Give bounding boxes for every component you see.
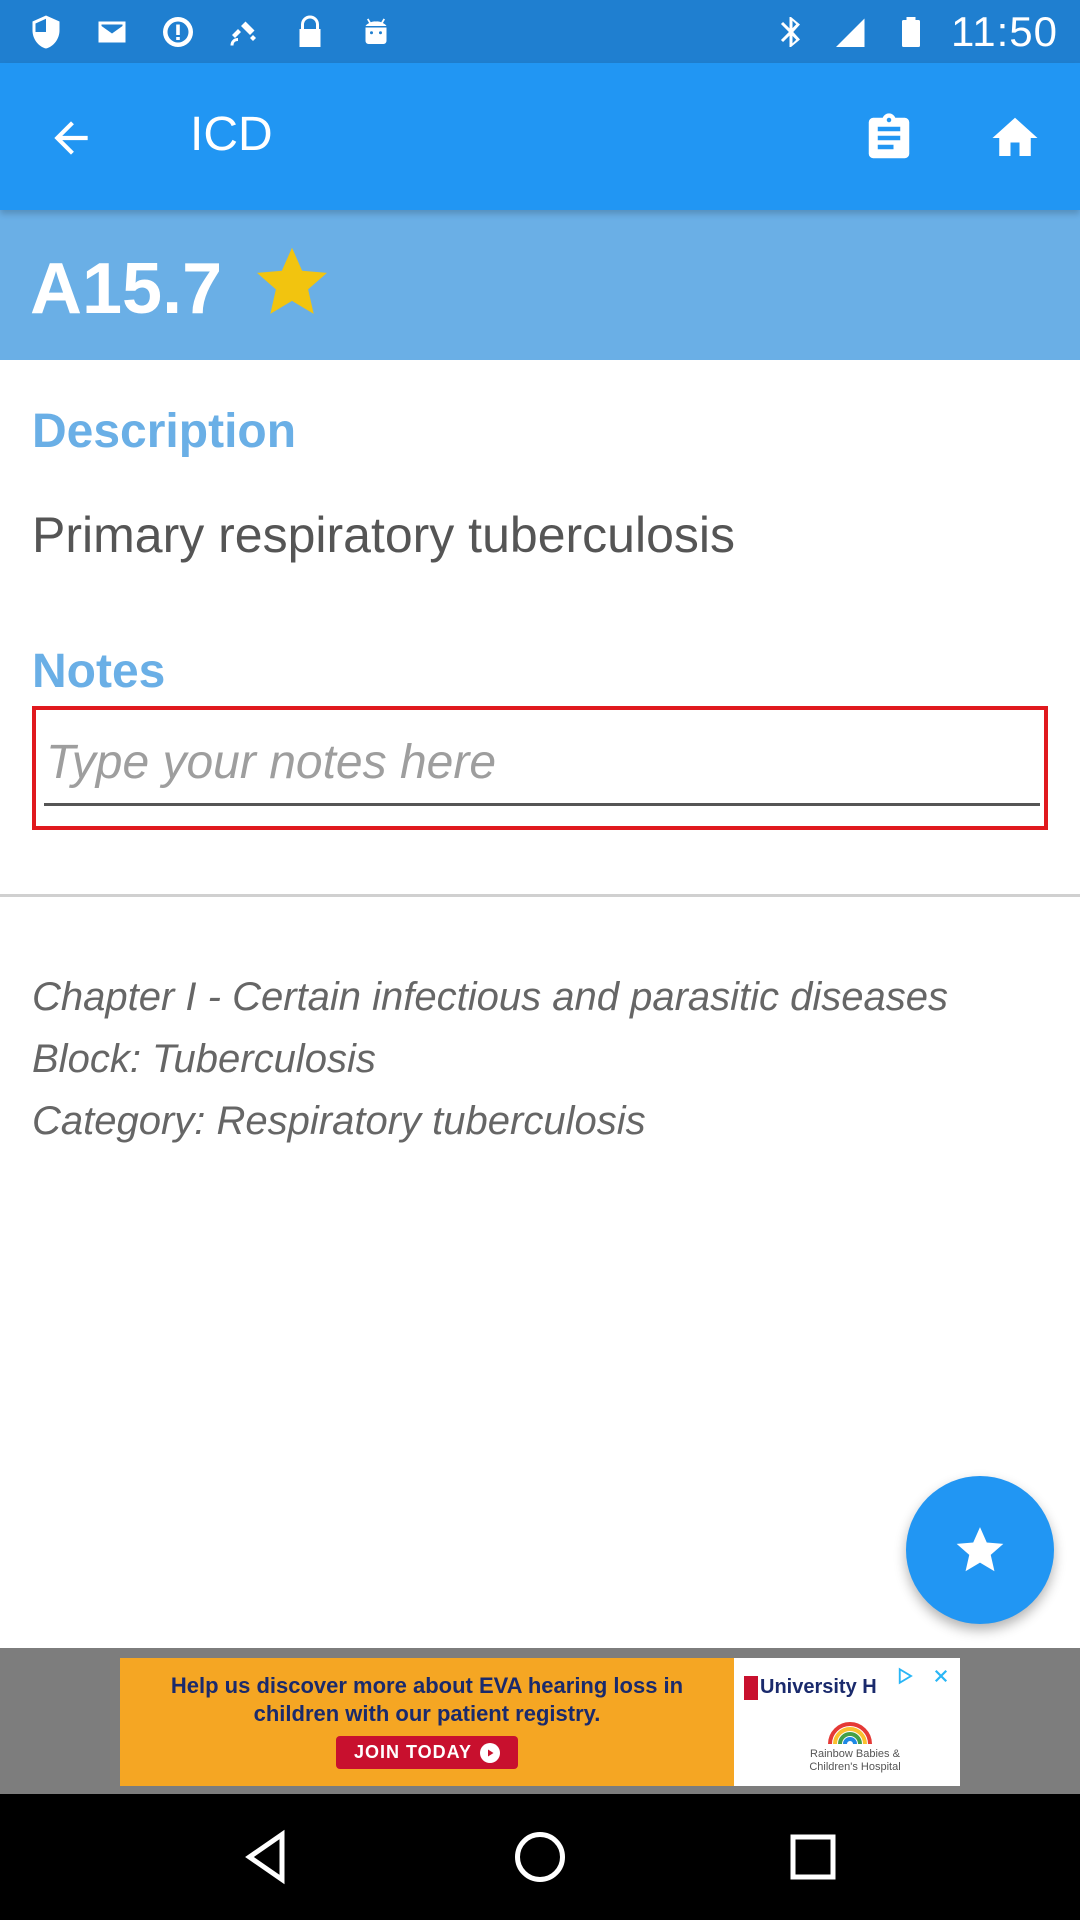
ad-join-button[interactable]: JOIN TODAY (335, 1736, 519, 1769)
home-icon (992, 117, 1038, 156)
ad-sponsor-name: University H (760, 1676, 877, 1698)
clipboard-icon (868, 113, 910, 159)
ad-sponsor-sub: Rainbow Babies & Children's Hospital (809, 1748, 901, 1773)
app-bar: ICD (0, 63, 1080, 210)
status-right-icons: 11:50 (771, 8, 1058, 56)
home-button[interactable] (980, 103, 1050, 173)
favorite-fab-button[interactable] (906, 1476, 1054, 1624)
shield-icon (26, 12, 66, 52)
icd-code: A15.7 (30, 249, 223, 329)
ad-headline: Help us discover more about EVA hearing … (170, 1673, 684, 1726)
back-button[interactable] (36, 103, 106, 173)
arrow-left-icon (54, 121, 88, 155)
status-time: 11:50 (951, 7, 1058, 55)
circle-home-icon (514, 1832, 565, 1882)
play-icon (480, 1742, 501, 1763)
notes-field-container (32, 706, 1048, 830)
info-icon (158, 12, 198, 52)
code-header: A15.7 (0, 210, 1080, 360)
classification-hierarchy: Chapter I - Certain infectious and paras… (32, 966, 948, 1152)
description-text: Primary respiratory tuberculosis (32, 507, 735, 563)
app-title: ICD (190, 108, 273, 161)
ad-close-icon[interactable] (926, 1662, 956, 1690)
notes-heading: Notes (32, 645, 166, 698)
screen: 11:50 ICD A15.7 Description Primary resp… (0, 0, 1080, 1920)
mail-icon (92, 12, 132, 52)
chapter-text: Chapter I - Certain infectious and paras… (32, 975, 949, 1019)
ad-text-block: Help us discover more about EVA hearing … (120, 1658, 734, 1786)
signal-icon (831, 12, 871, 52)
sponsor-logo-icon (744, 1676, 758, 1700)
ad-cta-label: JOIN TODAY (353, 1742, 473, 1762)
triangle-back-icon (244, 1829, 285, 1885)
divider (0, 894, 1080, 897)
fake-gps-icon (224, 12, 264, 52)
ad-choices-icon[interactable] (890, 1662, 920, 1690)
android-icon (356, 12, 396, 52)
nav-home-button[interactable] (495, 1812, 585, 1902)
status-left-icons (26, 12, 396, 52)
square-recents-icon (790, 1834, 836, 1880)
ad-banner[interactable]: Help us discover more about EVA hearing … (120, 1658, 960, 1786)
description-heading: Description (32, 405, 297, 458)
category-text: Category: Respiratory tuberculosis (32, 1099, 646, 1143)
favorite-star-icon[interactable] (250, 240, 334, 324)
rainbow-icon (828, 1722, 872, 1744)
block-text: Block: Tuberculosis (32, 1037, 376, 1081)
status-bar: 11:50 (0, 0, 1080, 63)
ad-strip: Help us discover more about EVA hearing … (0, 1648, 1080, 1794)
star-icon (956, 1527, 1004, 1572)
nav-recents-button[interactable] (768, 1812, 858, 1902)
lock-icon (290, 12, 330, 52)
battery-icon (891, 12, 931, 52)
nav-back-button[interactable] (222, 1812, 312, 1902)
notes-input[interactable] (44, 722, 1040, 806)
bluetooth-icon (771, 12, 811, 52)
navigation-bar (0, 1794, 1080, 1920)
clipboard-button[interactable] (854, 103, 924, 173)
